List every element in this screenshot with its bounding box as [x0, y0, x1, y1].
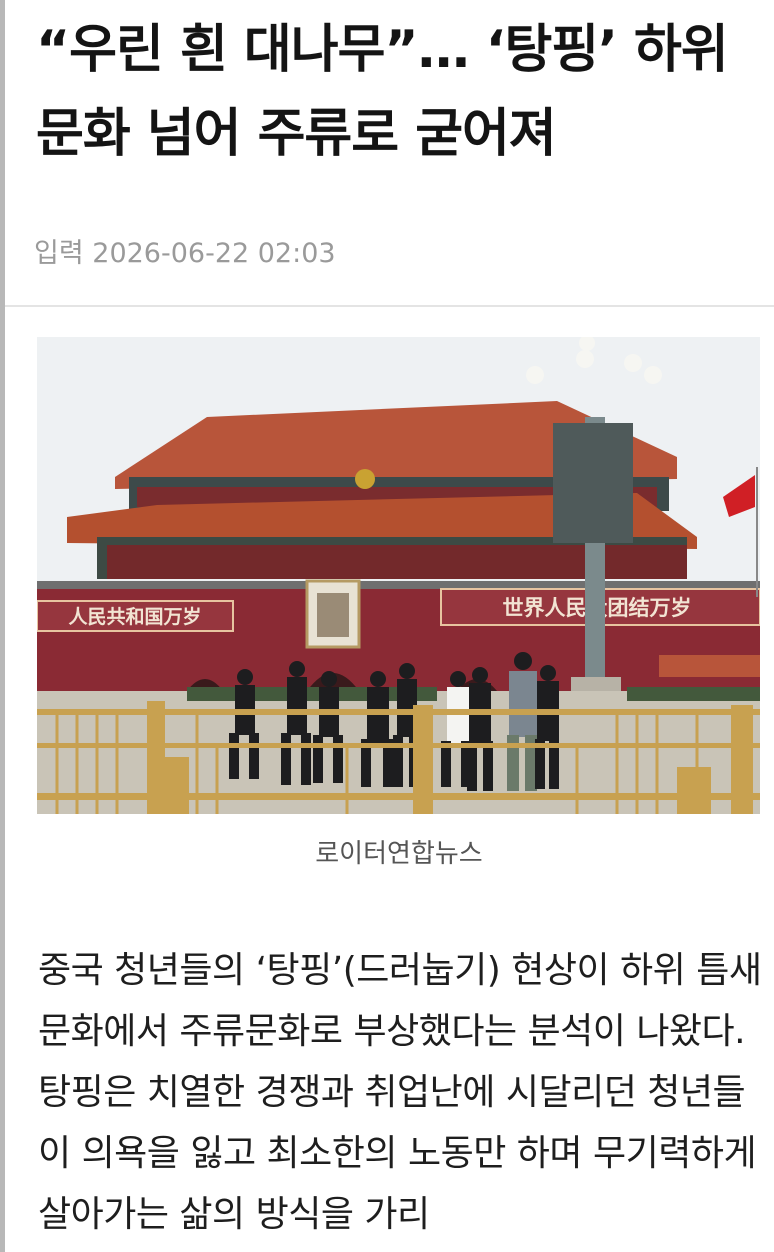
lamp-globe: [644, 366, 662, 384]
banner-left-text: 人民共和国万岁: [68, 605, 201, 628]
lamp-globe: [576, 350, 594, 368]
article-body: 중국 청년들의 ‘탕핑’(드러눕기) 현상이 하위 틈새문화에서 주류문화로 부…: [38, 950, 762, 1235]
lamp-globe: [526, 366, 544, 384]
publish-dateline: 입력 2026-06-22 02:03: [34, 238, 336, 269]
article-photo: 人民共和国万岁 世界人民大团结万岁: [37, 337, 760, 814]
headline: “우린 흰 대나무”… ‘탕핑’ 하위문화 넘어 주류로 굳어져: [36, 20, 729, 164]
wall-top-trim: [37, 581, 760, 589]
header-divider: [5, 305, 774, 307]
lamp-lantern: [553, 423, 633, 543]
side-building-roof: [659, 655, 760, 677]
national-emblem: [355, 469, 375, 489]
left-edge-rule: [0, 0, 5, 1252]
photo-caption: 로이터연합뉴스: [315, 839, 483, 869]
hedge: [627, 687, 760, 701]
lamp-globe: [624, 354, 642, 372]
portrait-face: [317, 593, 349, 637]
